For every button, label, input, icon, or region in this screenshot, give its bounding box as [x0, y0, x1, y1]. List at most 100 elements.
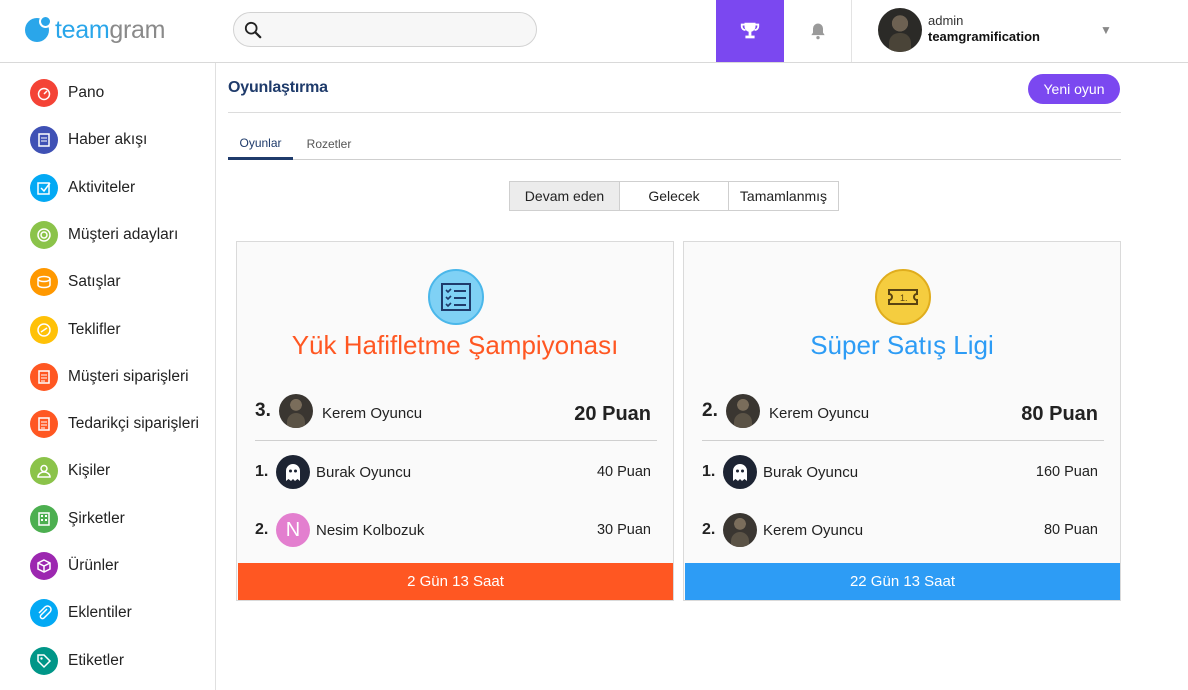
row-rank: 2.	[702, 521, 716, 538]
person-icon	[30, 457, 58, 486]
time-remaining-bar: 2 Gün 13 Saat	[238, 563, 673, 600]
row-score: 80 Puan	[1043, 522, 1098, 538]
row-player-name: Burak Oyuncu	[763, 464, 859, 481]
user-menu[interactable]: admin teamgramification ▼	[878, 8, 1178, 54]
leaderboard-row: 2. Kerem Oyuncu 80 Puan	[702, 512, 1104, 548]
game-title[interactable]: Süper Satış Ligi	[684, 330, 1120, 361]
speedometer-icon	[30, 79, 58, 107]
tab-games[interactable]: Oyunlar	[228, 128, 293, 160]
sidebar: Pano Haber akışı Aktiviteler Müşteri adayla…	[0, 63, 216, 690]
sidebar-item-label: Pano	[68, 84, 105, 101]
leader-score: 20 Puan	[574, 403, 651, 425]
teamgram-logo[interactable]: teamgram	[25, 15, 165, 45]
bell-icon	[810, 23, 825, 40]
box-icon	[30, 552, 58, 580]
sidebar-item-label: Tedarikçi siparişleri	[68, 415, 199, 433]
paperclip-icon	[30, 599, 58, 628]
avatar	[723, 455, 757, 489]
filter-ongoing-button[interactable]: Devam eden	[510, 182, 620, 210]
row-score: 160 Puan	[1035, 464, 1098, 480]
sidebar-item-news-feed[interactable]: Haber akışı	[30, 125, 215, 155]
row-rank: 1.	[702, 463, 716, 480]
leader-player-name: Kerem Oyuncu	[769, 405, 870, 422]
logo-mark-icon	[25, 15, 52, 42]
newspaper-icon	[30, 126, 58, 155]
sidebar-item-supplier-orders[interactable]: Tedarikçi siparişleri	[30, 409, 215, 439]
game-card[interactable]: 1. Süper Satış Ligi 2. Kerem Oyuncu 80 Puan 1…	[683, 241, 1121, 601]
sidebar-item-label: Şirketler	[68, 509, 125, 527]
svg-text:1.: 1.	[900, 293, 908, 303]
coins-icon	[30, 268, 58, 297]
leaderboard-row: 2. N Nesim Kolbozuk 30 Puan	[255, 512, 657, 548]
sidebar-item-label: Müşteri adayları	[68, 225, 179, 243]
filter-upcoming-button[interactable]: Gelecek	[620, 182, 729, 210]
current-user-rank: 3. Kerem Oyuncu 20 Puan	[255, 392, 657, 440]
row-rank: 1.	[255, 463, 269, 480]
sidebar-item-activities[interactable]: Aktiviteler	[30, 173, 215, 203]
user-name: teamgramification	[928, 29, 1040, 44]
avatar	[276, 455, 310, 489]
leader-rank: 3.	[255, 400, 271, 421]
sidebar-item-label: Satışlar	[68, 273, 121, 291]
avatar	[726, 394, 760, 428]
sidebar-item-label: Ürünler	[68, 557, 119, 574]
row-score: 30 Puan	[596, 522, 651, 538]
sidebar-item-attachments[interactable]: Eklentiler	[30, 598, 215, 628]
order-icon	[30, 362, 58, 391]
leader-player-name: Kerem Oyuncu	[322, 405, 423, 422]
game-title[interactable]: Yük Hafifletme Şampiyonası	[237, 330, 673, 361]
leader-rank: 2.	[702, 400, 718, 421]
sidebar-item-products[interactable]: Ürünler	[30, 551, 215, 581]
sidebar-item-label: Teklifler	[68, 320, 121, 338]
chevron-down-icon[interactable]: ▼	[1100, 23, 1112, 37]
avatar	[723, 513, 757, 547]
search-icon	[244, 21, 262, 39]
status-filter: Devam eden Gelecek Tamamlanmış	[509, 181, 839, 211]
avatar: N	[276, 513, 310, 547]
sidebar-item-contacts[interactable]: Kişiler	[30, 456, 215, 486]
logo-text-team: team	[55, 15, 110, 44]
game-card[interactable]: Yük Hafifletme Şampiyonası 3. Kerem Oyuncu…	[236, 241, 674, 601]
sidebar-item-label: Müşteri siparişleri	[68, 367, 189, 385]
page-title: Oyunlaştırma	[228, 79, 328, 96]
sidebar-item-tags[interactable]: Etiketler	[30, 646, 215, 676]
sidebar-item-label: Aktiviteler	[68, 178, 136, 196]
header-divider	[228, 112, 1121, 113]
row-player-name: Kerem Oyuncu	[763, 522, 864, 539]
trophy-icon	[740, 22, 760, 39]
avatar	[279, 394, 313, 428]
new-game-button[interactable]: Yeni oyun	[1028, 74, 1120, 104]
gamification-trophy-button[interactable]	[716, 0, 784, 62]
row-player-name: Nesim Kolbozuk	[316, 522, 425, 539]
target-icon	[30, 220, 58, 249]
sidebar-item-label: Eklentiler	[68, 604, 132, 622]
notifications-button[interactable]	[784, 0, 852, 62]
search-input[interactable]	[233, 12, 537, 47]
sidebar-item-companies[interactable]: Şirketler	[30, 504, 215, 534]
sidebar-item-quotes[interactable]: Teklifler	[30, 315, 215, 345]
logo-text-gram: gram	[109, 15, 166, 44]
tag-icon	[30, 646, 58, 675]
sidebar-item-sales[interactable]: Satışlar	[30, 267, 215, 297]
sidebar-item-label: Haber akışı	[68, 131, 148, 149]
sidebar-item-dashboard[interactable]: Pano	[30, 78, 215, 108]
sidebar-item-customer-orders[interactable]: Müşteri siparişleri	[30, 362, 215, 392]
row-rank: 2.	[255, 521, 269, 538]
user-role: admin	[928, 13, 964, 28]
sidebar-item-label: Kişiler	[68, 462, 111, 480]
sidebar-item-leads[interactable]: Müşteri adayları	[30, 220, 215, 250]
top-bar: teamgram admin teamgramification ▼	[0, 0, 1188, 63]
time-remaining-bar: 22 Gün 13 Saat	[685, 563, 1120, 600]
divider	[702, 440, 1104, 441]
building-icon	[30, 504, 58, 533]
current-user-rank: 2. Kerem Oyuncu 80 Puan	[702, 392, 1104, 440]
sidebar-item-label: Etiketler	[68, 651, 124, 669]
filter-completed-button[interactable]: Tamamlanmış	[729, 182, 838, 210]
row-player-name: Burak Oyuncu	[316, 464, 412, 481]
leader-score: 80 Puan	[1021, 403, 1098, 425]
leaderboard-row: 1. Burak Oyuncu 40 Puan	[255, 454, 657, 490]
ticket-icon: 1.	[875, 269, 931, 325]
row-score: 40 Puan	[596, 464, 651, 480]
offer-icon	[30, 315, 58, 344]
tab-badges[interactable]: Rozetler	[298, 128, 360, 159]
